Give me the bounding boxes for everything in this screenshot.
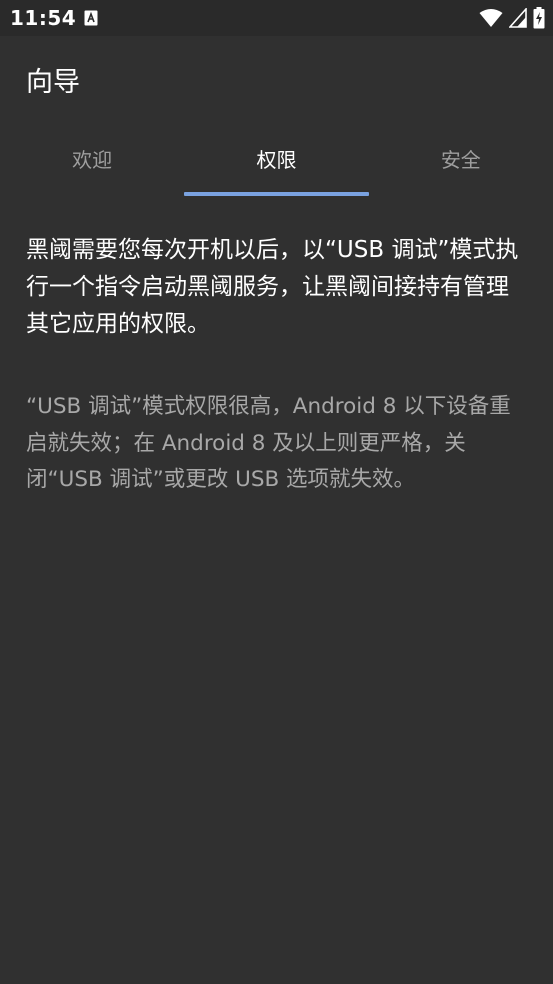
tab-indicator [184, 192, 369, 196]
status-time: 11:54 [10, 6, 77, 30]
usb-debug-note: “USB 调试”模式权限很高，Android 8 以下设备重启就失效；在 And… [26, 394, 511, 492]
battery-charging-icon [533, 7, 545, 29]
tab-label: 权限 [256, 148, 297, 172]
tab-bar: 欢迎 权限 安全 [0, 128, 553, 196]
tab-label: 欢迎 [72, 148, 113, 172]
wifi-icon [479, 9, 503, 27]
cell-signal-icon [509, 8, 527, 28]
tab-welcome[interactable]: 欢迎 [0, 128, 184, 196]
tab-permissions[interactable]: 权限 [184, 128, 369, 196]
tab-label: 安全 [440, 148, 481, 172]
page-title: 向导 [26, 67, 80, 98]
status-bar: 11:54 [0, 0, 553, 36]
a-letter-icon [84, 10, 98, 26]
permission-description: 黑阈需要您每次开机以后，以“USB 调试”模式执行一个指令启动黑阈服务，让黑阈间… [26, 237, 519, 337]
tab-security[interactable]: 安全 [369, 128, 553, 196]
status-icons [479, 7, 545, 29]
